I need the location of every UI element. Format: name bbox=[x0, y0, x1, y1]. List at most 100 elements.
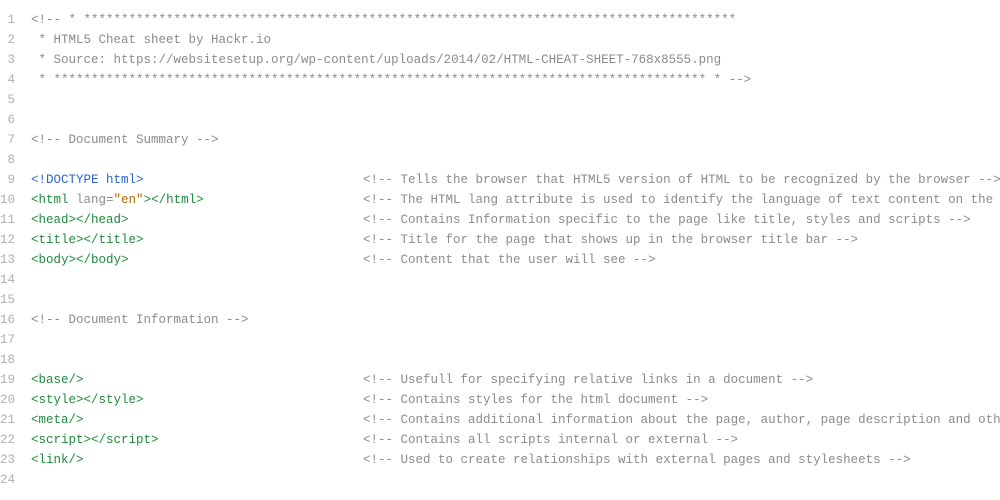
code-token: <!-- Tells the browser that HTML5 versio… bbox=[363, 173, 1000, 187]
code-col-left bbox=[31, 350, 363, 370]
code-line[interactable]: <!-- Document Information --> bbox=[31, 310, 1000, 330]
code-line[interactable]: <!-- Document Summary --> bbox=[31, 130, 1000, 150]
code-editor[interactable]: 123456789101112131415161718192021222324 … bbox=[0, 0, 1000, 500]
line-number: 16 bbox=[0, 310, 15, 330]
code-token: * HTML5 Cheat sheet by Hackr.io bbox=[31, 33, 271, 47]
code-col-left: <!-- Document Information --> bbox=[31, 310, 363, 330]
line-number: 12 bbox=[0, 230, 15, 250]
code-col-left: <link/> bbox=[31, 450, 363, 470]
code-col-right: <!-- Contains additional information abo… bbox=[363, 410, 1000, 430]
code-token: <html bbox=[31, 193, 76, 207]
code-line[interactable]: * HTML5 Cheat sheet by Hackr.io bbox=[31, 30, 1000, 50]
code-col-left: <!-- * *********************************… bbox=[31, 10, 363, 30]
code-line[interactable]: <meta/> <!-- Contains additional informat… bbox=[31, 410, 1000, 430]
line-number: 5 bbox=[0, 90, 15, 110]
code-col-left: <script></script> bbox=[31, 430, 363, 450]
line-number: 22 bbox=[0, 430, 15, 450]
code-col-left bbox=[31, 270, 363, 290]
code-col-right: <!-- Contains styles for the html docume… bbox=[363, 390, 1000, 410]
line-number: 18 bbox=[0, 350, 15, 370]
code-line[interactable] bbox=[31, 90, 1000, 110]
code-col-right: <!-- Usefull for specifying relative lin… bbox=[363, 370, 1000, 390]
code-token: <!-- Contains Information specific to th… bbox=[363, 213, 971, 227]
code-line[interactable] bbox=[31, 290, 1000, 310]
code-token: <head></head> bbox=[31, 213, 129, 227]
code-token: <!-- * *********************************… bbox=[31, 13, 736, 27]
code-line[interactable]: * **************************************… bbox=[31, 70, 1000, 90]
code-col-right: <!-- Title for the page that shows up in… bbox=[363, 230, 1000, 250]
code-line[interactable]: <link/> <!-- Used to create relationships… bbox=[31, 450, 1000, 470]
code-line[interactable] bbox=[31, 470, 1000, 490]
code-line[interactable]: <!DOCTYPE html> <!-- Tells the browser th… bbox=[31, 170, 1000, 190]
code-col-left bbox=[31, 150, 363, 170]
code-col-left bbox=[31, 330, 363, 350]
line-number: 19 bbox=[0, 370, 15, 390]
line-number: 7 bbox=[0, 130, 15, 150]
line-number: 20 bbox=[0, 390, 15, 410]
line-number: 21 bbox=[0, 410, 15, 430]
code-line[interactable]: <head></head> <!-- Contains Information s… bbox=[31, 210, 1000, 230]
code-line[interactable] bbox=[31, 330, 1000, 350]
code-col-right: <!-- Content that the user will see --> bbox=[363, 250, 1000, 270]
line-number: 23 bbox=[0, 450, 15, 470]
line-number: 24 bbox=[0, 470, 15, 490]
code-line[interactable]: <html lang="en"></html><!-- The HTML lan… bbox=[31, 190, 1000, 210]
code-col-left bbox=[31, 90, 363, 110]
code-token: <!-- Contains styles for the html docume… bbox=[363, 393, 708, 407]
line-number: 13 bbox=[0, 250, 15, 270]
line-number: 4 bbox=[0, 70, 15, 90]
code-line[interactable]: * Source: https://websitesetup.org/wp-co… bbox=[31, 50, 1000, 70]
code-token: <!-- The HTML lang attribute is used to … bbox=[363, 193, 1000, 207]
code-token: <!-- Document Summary --> bbox=[31, 133, 219, 147]
code-token: <!-- Title for the page that shows up in… bbox=[363, 233, 858, 247]
code-col-right: <!-- The HTML lang attribute is used to … bbox=[363, 190, 1000, 210]
line-number-gutter: 123456789101112131415161718192021222324 bbox=[0, 0, 31, 500]
code-line[interactable]: <title></title> <!-- Title for the page t… bbox=[31, 230, 1000, 250]
line-number: 9 bbox=[0, 170, 15, 190]
code-col-left: <html lang="en"></html> bbox=[31, 190, 363, 210]
code-token: lang= bbox=[76, 193, 114, 207]
code-line[interactable]: <script></script><!-- Contains all scrip… bbox=[31, 430, 1000, 450]
code-token: <!-- Contains additional information abo… bbox=[363, 413, 1000, 427]
code-col-left: <base/> bbox=[31, 370, 363, 390]
code-token: ></html> bbox=[144, 193, 204, 207]
code-token: <meta/> bbox=[31, 413, 84, 427]
line-number: 8 bbox=[0, 150, 15, 170]
code-col-left: <meta/> bbox=[31, 410, 363, 430]
line-number: 15 bbox=[0, 290, 15, 310]
code-area[interactable]: <!-- * *********************************… bbox=[31, 0, 1000, 500]
code-token: <!-- Document Information --> bbox=[31, 313, 249, 327]
code-line[interactable] bbox=[31, 110, 1000, 130]
code-line[interactable] bbox=[31, 270, 1000, 290]
line-number: 14 bbox=[0, 270, 15, 290]
code-col-left: <body></body> bbox=[31, 250, 363, 270]
line-number: 3 bbox=[0, 50, 15, 70]
code-line[interactable]: <style></style><!-- Contains styles for … bbox=[31, 390, 1000, 410]
code-col-left bbox=[31, 290, 363, 310]
code-token: <link/> bbox=[31, 453, 84, 467]
code-line[interactable] bbox=[31, 150, 1000, 170]
code-token: <!-- Usefull for specifying relative lin… bbox=[363, 373, 813, 387]
code-col-right: <!-- Used to create relationships with e… bbox=[363, 450, 1000, 470]
code-col-left bbox=[31, 470, 363, 490]
line-number: 1 bbox=[0, 10, 15, 30]
code-line[interactable] bbox=[31, 350, 1000, 370]
code-token: <title></title> bbox=[31, 233, 144, 247]
code-line[interactable]: <!-- * *********************************… bbox=[31, 10, 1000, 30]
code-line[interactable]: <body></body> <!-- Content that the user … bbox=[31, 250, 1000, 270]
code-token: <body></body> bbox=[31, 253, 129, 267]
code-line[interactable]: <base/><!-- Usefull for specifying relat… bbox=[31, 370, 1000, 390]
code-token: <!-- Content that the user will see --> bbox=[363, 253, 656, 267]
code-token: "en" bbox=[114, 193, 144, 207]
line-number: 11 bbox=[0, 210, 15, 230]
line-number: 6 bbox=[0, 110, 15, 130]
code-col-left: <title></title> bbox=[31, 230, 363, 250]
line-number: 10 bbox=[0, 190, 15, 210]
code-col-left bbox=[31, 110, 363, 130]
code-col-left: <head></head> bbox=[31, 210, 363, 230]
code-col-left: * Source: https://websitesetup.org/wp-co… bbox=[31, 50, 363, 70]
code-col-left: * HTML5 Cheat sheet by Hackr.io bbox=[31, 30, 363, 50]
code-token: * **************************************… bbox=[31, 73, 751, 87]
line-number: 2 bbox=[0, 30, 15, 50]
code-token: <!DOCTYPE html> bbox=[31, 173, 144, 187]
